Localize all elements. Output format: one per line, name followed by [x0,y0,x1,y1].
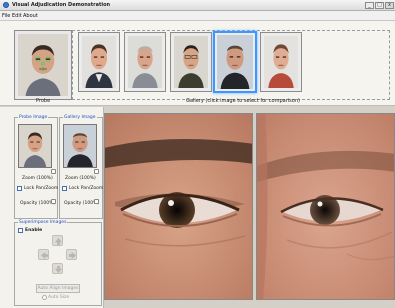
probe-opacity-spinner[interactable] [51,199,56,204]
gallery-comparison-view[interactable] [256,113,395,300]
menu-about[interactable]: About [23,13,38,19]
probe-thumbnail [14,30,72,100]
gallery-zoom-spinner[interactable] [94,169,99,174]
gallery-zoom-label: Zoom (100%) [65,176,96,181]
gallery-photo [128,36,162,88]
gallery-opacity-spinner[interactable] [94,199,99,204]
probe-opacity-label: Opacity (100%) [20,201,56,206]
gallery-thumbnail[interactable] [170,32,212,92]
probe-eye-image [105,114,252,299]
probe-photo [18,34,68,96]
title-bar: Visual Adjudication Demonstration _ □ x [0,0,395,11]
move-down-button[interactable] [52,263,63,274]
gallery-thumbnail[interactable] [78,32,120,92]
probe-label: Probe [36,98,51,104]
close-button[interactable]: x [385,2,394,9]
superimpose-group-title: Superimpose Images [18,220,68,225]
gallery-photo [82,36,116,88]
menu-edit[interactable]: Edit [12,13,22,19]
auto-size-radio[interactable] [42,295,47,300]
gallery-thumbnail-selected[interactable] [213,31,257,93]
enable-checkbox[interactable] [18,228,23,233]
gallery-thumbnail[interactable] [124,32,166,92]
enable-label: Enable [25,228,43,233]
gallery-label: Gallery (click image to select for compa… [186,98,300,104]
top-panel: Probe Gallery (click image to select for… [0,21,395,106]
gallery-photo [217,35,253,89]
gallery-image-group-title: Gallery Image [63,115,97,120]
auto-size-label: Auto Size [48,295,70,300]
minimize-button[interactable]: _ [365,2,374,9]
gallery-thumbnail[interactable] [260,32,302,92]
probe-lock-pan-zoom-label: Lock Pan/Zoom [24,186,59,191]
auto-align-button[interactable]: Auto Align Images [36,284,80,293]
move-left-button[interactable] [38,249,49,260]
gallery-photo [174,36,208,88]
probe-image-preview [18,124,52,168]
gallery-lock-pan-zoom-label: Lock Pan/Zoom [69,186,104,191]
probe-comparison-view[interactable] [104,113,253,300]
app-icon [3,2,9,8]
probe-zoom-label: Zoom (100%) [22,176,53,181]
menu-bar: File Edit About [0,11,395,21]
move-up-button[interactable] [52,235,63,246]
arrow-down-icon [54,265,63,274]
arrow-right-icon [68,251,77,260]
maximize-button[interactable]: □ [375,2,384,9]
menu-file[interactable]: File [2,13,10,19]
probe-image-group-title: Probe Image [18,115,49,120]
window-title: Visual Adjudication Demonstration [12,2,111,8]
gallery-image-preview [63,124,97,168]
arrow-left-icon [40,251,49,260]
gallery-eye-image [257,114,394,299]
gallery-lock-pan-zoom-checkbox[interactable] [62,186,67,191]
arrow-up-icon [54,237,63,246]
gallery-photo [264,36,298,88]
control-panel: Probe Image Zoom (100%) Lock Pan/Zoom Op… [0,107,104,308]
probe-zoom-spinner[interactable] [51,169,56,174]
probe-lock-pan-zoom-checkbox[interactable] [17,186,22,191]
move-right-button[interactable] [66,249,77,260]
